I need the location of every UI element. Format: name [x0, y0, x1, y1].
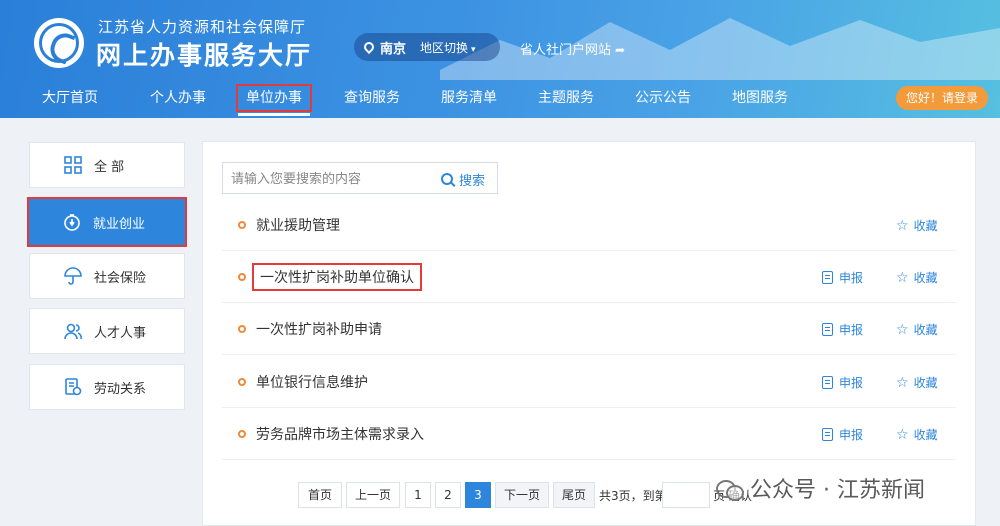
watermark-text: 公众号 · 江苏新闻: [750, 478, 925, 503]
search-box: 搜索: [222, 162, 498, 194]
document-icon: [822, 271, 833, 284]
service-name[interactable]: 单位银行信息维护: [256, 372, 368, 392]
nav-item-topics[interactable]: 主题服务: [538, 84, 594, 112]
nav-item-home[interactable]: 大厅首页: [42, 84, 98, 112]
site-header: 江苏省人力资源和社会保障厅 网上办事服务大厅 南京 地区切换 ▾ 省人社门户网站 ➦…: [0, 0, 1000, 118]
org-name: 江苏省人力资源和社会保障厅: [98, 18, 307, 36]
nav-item-notices[interactable]: 公示公告: [635, 84, 691, 112]
star-icon: ☆: [896, 321, 909, 338]
bullet-dot: [238, 378, 246, 386]
sidebar-item-label: 劳动关系: [94, 381, 147, 397]
bullet-dot: [238, 325, 246, 333]
service-row: 一次性扩岗补助申请 申报 ☆ 收藏: [222, 303, 956, 355]
sidebar-item-labor[interactable]: 劳动关系: [29, 364, 185, 410]
prev-page-button[interactable]: 上一页: [346, 482, 400, 508]
site-logo[interactable]: [34, 18, 84, 68]
star-icon: ☆: [896, 426, 909, 443]
star-icon: ☆: [896, 269, 909, 286]
sidebar-item-label: 社会保险: [94, 270, 147, 286]
location-pin-icon: [361, 39, 377, 55]
share-icon: ➦: [615, 43, 626, 57]
service-name[interactable]: 就业援助管理: [256, 215, 340, 235]
employment-icon: [64, 214, 80, 231]
star-icon: ☆: [896, 217, 909, 234]
region-selector[interactable]: 南京 地区切换 ▾: [354, 33, 500, 61]
bullet-dot: [238, 430, 246, 438]
apply-button[interactable]: 申报: [822, 374, 863, 391]
apply-button[interactable]: 申报: [822, 426, 863, 443]
bullet-dot: [238, 273, 246, 281]
favorite-button[interactable]: ☆ 收藏: [896, 217, 938, 234]
apply-button[interactable]: 申报: [822, 321, 863, 338]
apply-button[interactable]: 申报: [822, 269, 863, 286]
service-name[interactable]: 劳务品牌市场主体需求录入: [256, 424, 424, 444]
caret-down-icon: ▾: [471, 44, 476, 55]
people-icon: [64, 323, 82, 340]
watermark: 公众号 · 江苏新闻: [716, 472, 925, 504]
grid-icon: [64, 156, 82, 174]
document-icon: [822, 323, 833, 336]
contract-icon: [65, 378, 82, 396]
search-button[interactable]: 搜索: [441, 169, 485, 189]
search-button-label: 搜索: [459, 173, 486, 189]
region-city: 南京: [380, 41, 407, 57]
service-name[interactable]: 一次性扩岗补助单位确认: [252, 263, 422, 291]
bullet-dot: [238, 221, 246, 229]
star-icon: ☆: [896, 374, 909, 391]
nav-item-map[interactable]: 地图服务: [732, 84, 788, 112]
sidebar-item-employment[interactable]: 就业创业: [27, 197, 187, 247]
favorite-button[interactable]: ☆ 收藏: [896, 269, 938, 286]
favorite-button[interactable]: ☆ 收藏: [896, 426, 938, 443]
sidebar-item-all[interactable]: 全 部: [29, 142, 185, 188]
login-button[interactable]: 您好！请登录: [896, 86, 988, 110]
page-button-2[interactable]: 2: [435, 482, 461, 508]
site-title: 网上办事服务大厅: [96, 41, 313, 70]
wechat-icon: [716, 477, 744, 501]
favorite-button[interactable]: ☆ 收藏: [896, 321, 938, 338]
service-row: 一次性扩岗补助单位确认 申报 ☆ 收藏: [222, 251, 956, 303]
sidebar-item-label: 全 部: [94, 159, 125, 175]
document-icon: [822, 376, 833, 389]
search-input[interactable]: [231, 169, 421, 189]
nav-item-enterprise[interactable]: 单位办事: [236, 84, 312, 116]
nav-item-query[interactable]: 查询服务: [344, 84, 400, 112]
page-number-input[interactable]: [662, 482, 710, 508]
nav-item-service-list[interactable]: 服务清单: [441, 84, 497, 112]
document-icon: [822, 428, 833, 441]
service-row: 劳务品牌市场主体需求录入 申报 ☆ 收藏: [222, 408, 956, 460]
service-name[interactable]: 一次性扩岗补助申请: [256, 319, 382, 339]
sidebar-item-label: 就业创业: [93, 216, 146, 232]
sidebar-item-talent[interactable]: 人才人事: [29, 308, 185, 354]
first-page-button[interactable]: 首页: [298, 482, 342, 508]
page-button-3[interactable]: 3: [465, 482, 491, 508]
region-switch[interactable]: 地区切换 ▾: [420, 39, 476, 56]
search-icon: [441, 173, 453, 185]
service-row: 单位银行信息维护 申报 ☆ 收藏: [222, 356, 956, 408]
page-summary: 共3页，到第: [599, 489, 667, 503]
last-page-button[interactable]: 尾页: [553, 482, 595, 508]
nav-item-personal[interactable]: 个人办事: [150, 84, 206, 112]
sidebar-item-insurance[interactable]: 社会保险: [29, 253, 185, 299]
next-page-button[interactable]: 下一页: [495, 482, 549, 508]
main-nav: 大厅首页 个人办事 单位办事 查询服务 服务清单 主题服务 公示公告 地图服务: [0, 84, 1000, 116]
umbrella-icon: [64, 267, 82, 285]
service-row: 就业援助管理 ☆ 收藏: [222, 199, 956, 251]
sidebar-item-label: 人才人事: [94, 325, 147, 341]
favorite-button[interactable]: ☆ 收藏: [896, 374, 938, 391]
portal-link[interactable]: 省人社门户网站 ➦: [520, 39, 625, 58]
page-button-1[interactable]: 1: [405, 482, 431, 508]
